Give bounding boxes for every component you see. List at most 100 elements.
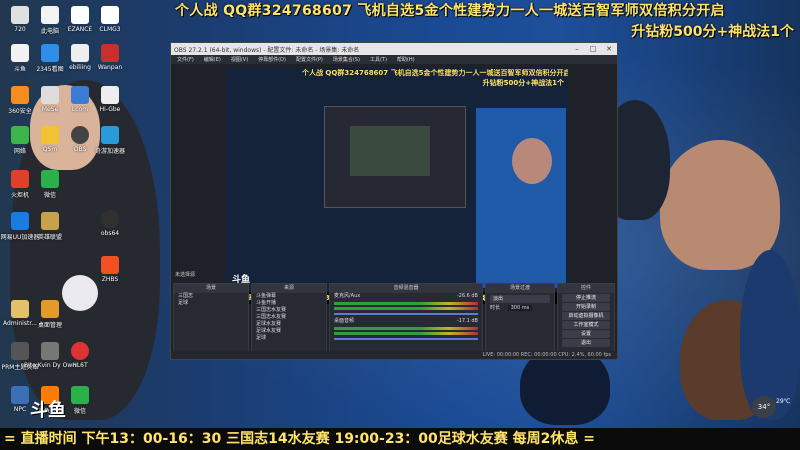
duration-row: 时长 300 ms	[486, 305, 554, 312]
source-item[interactable]: 斗鱼开播	[252, 300, 326, 307]
desktop-icon-wechat-b[interactable]: 微信	[63, 386, 97, 420]
desktop-icon-label: Administr...	[3, 320, 37, 327]
menu-file[interactable]: 文件(F)	[177, 56, 194, 63]
audio-meter	[334, 307, 478, 310]
desktop-icon-computer[interactable]: 此电脑	[33, 6, 67, 40]
desktop-icon-ebiliing[interactable]: ebiliing	[63, 44, 97, 78]
weather-icon[interactable]: 34°	[752, 396, 776, 418]
source-item[interactable]: 足球水友赛	[252, 321, 326, 328]
desktop-icon-douyu[interactable]: 斗鱼	[3, 44, 37, 78]
desktop-icon-zhbs[interactable]: ZHBS	[93, 256, 127, 290]
desktop-icon-higbe[interactable]: Hi-Gbe	[93, 86, 127, 120]
scenes-dock: 场景 三国志 足球	[173, 283, 249, 353]
source-item[interactable]: 三国志水友赛	[252, 307, 326, 314]
preview-nested-inner	[350, 126, 430, 176]
desktop-icon-qsm[interactable]: QSm	[33, 126, 67, 160]
desktop-icon-label: 桌面管理	[37, 322, 62, 329]
desktop-icon-2345[interactable]: 2345看图	[33, 44, 67, 78]
source-item[interactable]: 三国志水友赛	[252, 314, 326, 321]
source-item[interactable]: 足球水友赛	[252, 328, 326, 335]
desktop-icon-qiyou[interactable]: 奇游加速器	[93, 126, 127, 160]
desktop-icon-720[interactable]: 720	[3, 6, 37, 40]
desktop-icon-clmg3[interactable]: CLMG3	[93, 6, 127, 40]
transition-select[interactable]: 淡出	[490, 295, 550, 303]
desktop-icon-360[interactable]: 360安全	[3, 86, 37, 120]
menu-scene-collection[interactable]: 场景集合(S)	[333, 56, 360, 63]
desktop-icon-obs64[interactable]: obs64	[93, 210, 127, 244]
studio-mode-button[interactable]: 工作室模式	[562, 321, 610, 329]
desktop-icon-hl6t[interactable]: HL6T	[63, 342, 97, 376]
menu-profile[interactable]: 配置文件(P)	[296, 56, 323, 63]
desktop-icon-label: EZANCE	[67, 26, 93, 33]
mixer-dock: 音频混音器 麦克风/Aux -26.6 dB 桌面音频 -17.1 dB	[329, 283, 483, 353]
no-source-label: 未选择源	[175, 272, 196, 278]
crowd-person-4	[740, 250, 800, 420]
mixer-channel-name: 麦克风/Aux	[334, 293, 361, 299]
desktop-icon-huoju[interactable]: 火炬机	[3, 170, 37, 204]
mixer-channel-db: -17.1 dB	[456, 318, 478, 324]
sources-title: 来源	[252, 284, 326, 293]
desktop-icon-label: Lcom	[71, 106, 89, 113]
desktop-icon-prm[interactable]: PRM主题英雄	[2, 342, 38, 376]
preview-person	[512, 138, 552, 184]
audio-meter	[334, 332, 478, 335]
duration-input[interactable]: 300 ms	[507, 305, 533, 311]
obs-titlebar[interactable]: OBS 27.2.1 (64-bit, windows) - 配置文件: 未命名…	[171, 43, 617, 55]
virtual-camera-button[interactable]: 启动虚拟摄像机	[562, 312, 610, 320]
desktop-icon-label: HL6T	[72, 362, 88, 369]
desktop-icon-label: ebiliing	[69, 64, 91, 71]
start-recording-button[interactable]: 开始录制	[562, 303, 610, 311]
settings-button[interactable]: 设置	[562, 330, 610, 338]
maximize-icon[interactable]: □	[585, 45, 601, 53]
desktop-icon-lol[interactable]: 英雄联盟	[33, 212, 67, 246]
desktop-icon-label: ZHBS	[101, 276, 119, 283]
desktop-icon-label: 网络	[13, 148, 26, 155]
close-icon[interactable]: ✕	[601, 45, 617, 53]
desktop-icon-desk-manager[interactable]: 桌面管理	[33, 300, 67, 334]
preview-top-banner: 个人战 QQ群324768607 飞机自选5金个性建势力一人一城送百智军师双倍积…	[302, 69, 568, 77]
desktop-icon-wanpan[interactable]: Wanpan	[93, 44, 127, 78]
exit-button[interactable]: 退出	[562, 339, 610, 347]
desktop-icon-label: OBS	[73, 146, 87, 153]
desktop-icon-label: 微信	[73, 408, 86, 415]
volume-slider[interactable]	[334, 338, 478, 340]
volume-slider[interactable]	[334, 313, 478, 315]
stop-streaming-button[interactable]: 停止推流	[562, 294, 610, 302]
desktop-icon-wechat-a[interactable]: 微信	[33, 170, 67, 204]
obs-window[interactable]: OBS 27.2.1 (64-bit, windows) - 配置文件: 未命名…	[170, 42, 618, 360]
minimize-icon[interactable]: –	[569, 45, 585, 53]
desktop-icon-label: Wanpan	[97, 64, 123, 71]
desktop-icon-bite[interactable]: Bite Kvin Dy Own	[24, 342, 76, 376]
scenes-title: 场景	[174, 284, 248, 293]
desktop-icon-label: MeSe	[41, 106, 59, 113]
desktop-icon-ezance[interactable]: EZANCE	[63, 6, 97, 40]
source-item[interactable]: 斗鱼弹幕	[252, 293, 326, 300]
audio-meter	[334, 302, 478, 305]
desktop-icon-network[interactable]: 网络	[3, 126, 37, 160]
audio-meter	[334, 327, 478, 330]
desktop-icon-label: 奇游加速器	[94, 148, 125, 155]
desktop-icon-label: NPC	[13, 406, 27, 413]
menu-view[interactable]: 视图(V)	[231, 56, 248, 63]
menu-docks[interactable]: 停靠部件(D)	[258, 56, 286, 63]
scene-item[interactable]: 三国志	[174, 293, 248, 300]
source-item[interactable]: 足球	[252, 335, 326, 342]
desktop-icon-label: 英雄联盟	[37, 234, 62, 241]
desktop-icon-uu[interactable]: 网易UU加速器	[1, 212, 39, 246]
menu-edit[interactable]: 编辑(E)	[204, 56, 221, 63]
desktop-icon-mese[interactable]: MeSe	[33, 86, 67, 120]
desktop-icon-obs[interactable]: OBS	[63, 126, 97, 160]
obs-title: OBS 27.2.1 (64-bit, windows) - 配置文件: 未命名…	[174, 46, 360, 54]
bottom-banner-text: = 直播时间 下午13：00-16：30 三国志14水友赛 19:00-23：0…	[0, 428, 800, 450]
desktop-icon-label: CLMG3	[99, 26, 121, 33]
tray-temperature: 29℃	[776, 398, 790, 405]
scene-item[interactable]: 足球	[174, 300, 248, 307]
desktop-icon-lcom[interactable]: Lcom	[63, 86, 97, 120]
sources-dock: 来源 斗鱼弹幕 斗鱼开播 三国志水友赛 三国志水友赛 足球水友赛 足球水友赛 足…	[251, 283, 327, 353]
menu-tools[interactable]: 工具(T)	[370, 56, 387, 63]
desktop-icon-administrator[interactable]: Administr...	[3, 300, 37, 334]
menu-help[interactable]: 帮助(H)	[397, 56, 415, 63]
obs-preview[interactable]: 个人战 QQ群324768607 飞机自选5金个性建势力一人一城送百智军师双倍积…	[226, 68, 568, 304]
transitions-title: 场景过渡	[486, 284, 554, 293]
mixer-title: 音频混音器	[330, 284, 482, 293]
